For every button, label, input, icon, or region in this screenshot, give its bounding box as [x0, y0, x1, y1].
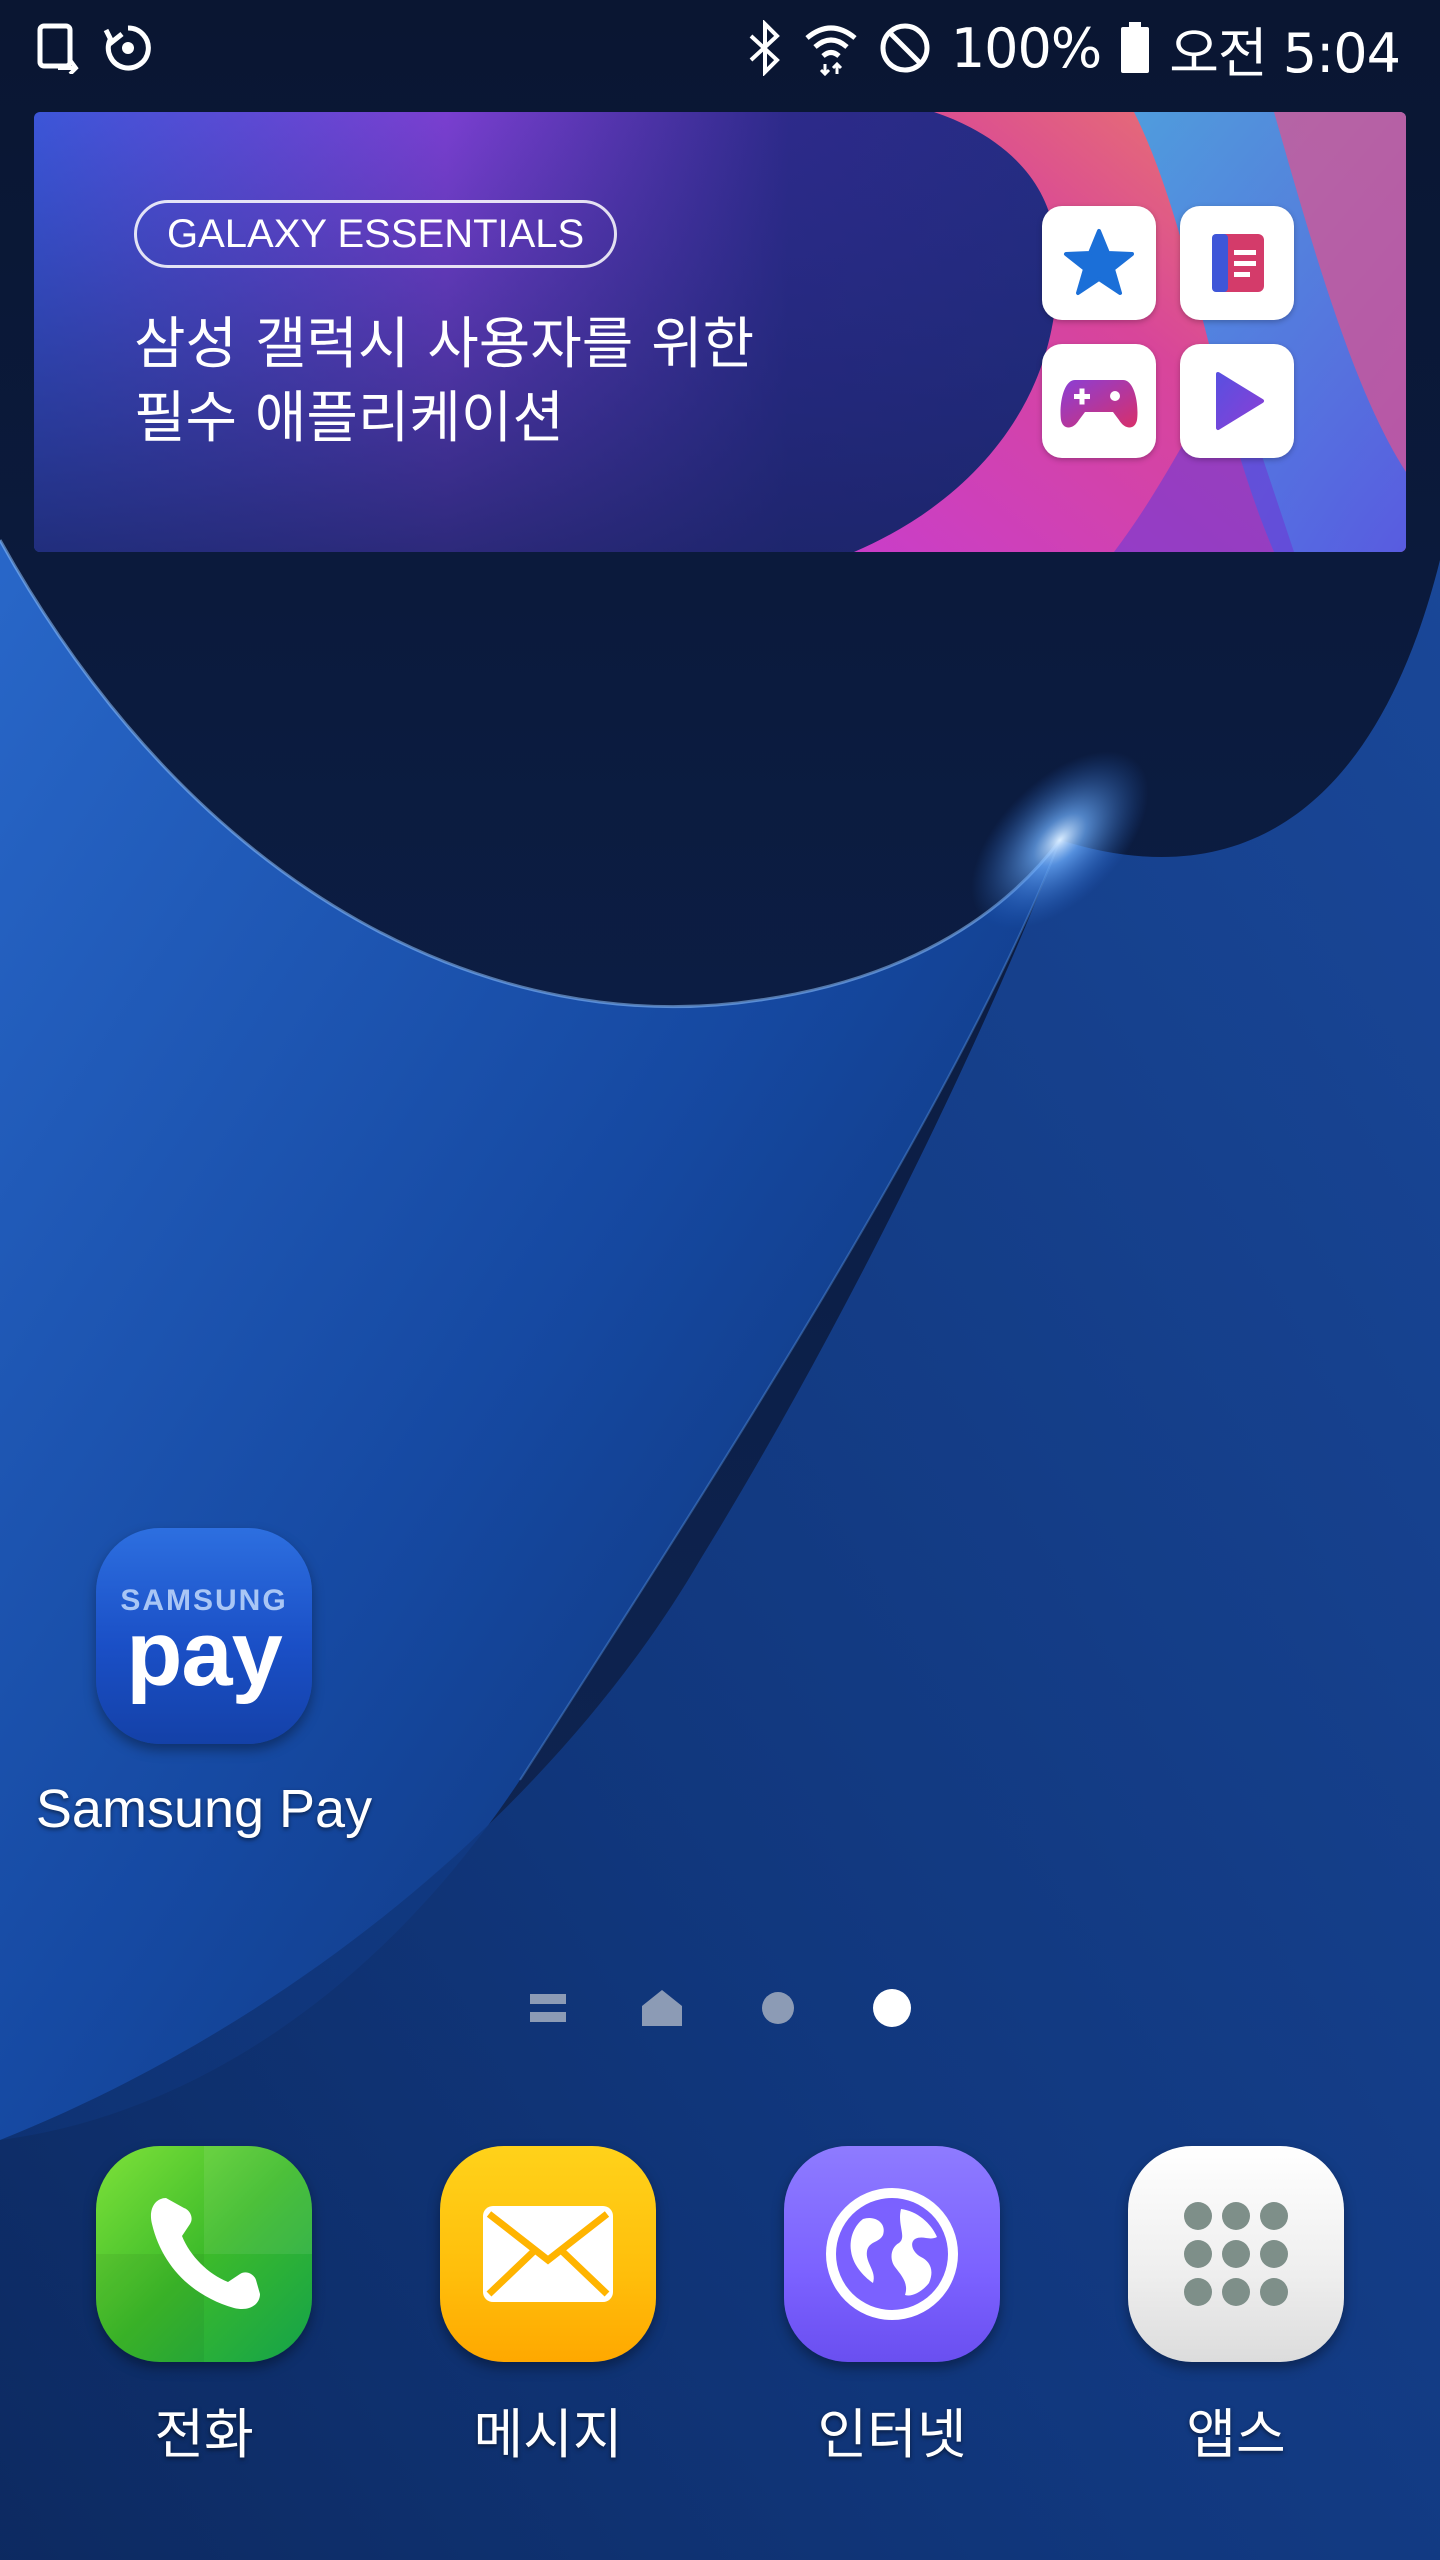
grid-icon	[1184, 2202, 1288, 2306]
internet-label: 인터넷	[817, 2403, 967, 2466]
galaxy-essentials-widget[interactable]: GALAXY ESSENTIALS 삼성 갤럭시 사용자를 위한 필수 애플리케…	[34, 112, 1406, 552]
envelope-icon	[483, 2206, 613, 2302]
phone-icon	[96, 2146, 312, 2362]
apps-label: 앱스	[1186, 2403, 1286, 2466]
page-dot-active[interactable]	[864, 1980, 920, 2036]
menu-icon[interactable]	[520, 1980, 576, 2036]
messages-label: 메시지	[473, 2403, 623, 2466]
page-indicator	[520, 1980, 920, 2036]
wifi-icon	[803, 20, 859, 76]
page-dot[interactable]	[750, 1980, 806, 2036]
globe-icon	[826, 2188, 958, 2320]
samsung-pay-icon: SAMSUNG pay	[96, 1528, 312, 1744]
phone-label: 전화	[154, 2403, 254, 2466]
widget-tag: GALAXY ESSENTIALS	[134, 200, 618, 268]
home-icon[interactable]	[634, 1980, 690, 2036]
pay-word-text: pay	[126, 1603, 283, 1705]
home-screen: 100% 오전 5:04 GALAXY ESSENTIALS 삼성 갤럭시 사용…	[0, 0, 1440, 2560]
clock: 오전 5:04	[1169, 21, 1401, 85]
sync-icon	[102, 22, 154, 74]
bluetooth-icon	[745, 20, 785, 76]
star-icon	[1042, 206, 1156, 320]
battery-percent: 100%	[950, 16, 1102, 80]
internet-app-icon	[784, 2146, 1000, 2362]
play-icon	[1180, 344, 1294, 458]
do-not-disturb-icon	[877, 20, 933, 76]
battery-icon	[1119, 22, 1151, 74]
screen-mirror-icon	[36, 22, 80, 74]
messages-app-icon	[440, 2146, 656, 2362]
status-left-icons	[36, 16, 154, 80]
status-right-icons: 100% 오전 5:04	[745, 16, 1401, 85]
gamepad-icon	[1042, 344, 1156, 458]
status-bar: 100% 오전 5:04	[0, 0, 1440, 96]
phone-app-icon	[96, 2146, 312, 2362]
book-icon	[1180, 206, 1294, 320]
widget-title-line2: 필수 애플리케이션	[134, 386, 564, 451]
widget-title: 삼성 갤럭시 사용자를 위한 필수 애플리케이션	[134, 308, 954, 456]
widget-title-line1: 삼성 갤럭시 사용자를 위한	[134, 312, 755, 377]
samsung-pay-label: Samsung Pay	[35, 1779, 373, 1839]
apps-app-icon	[1128, 2146, 1344, 2362]
